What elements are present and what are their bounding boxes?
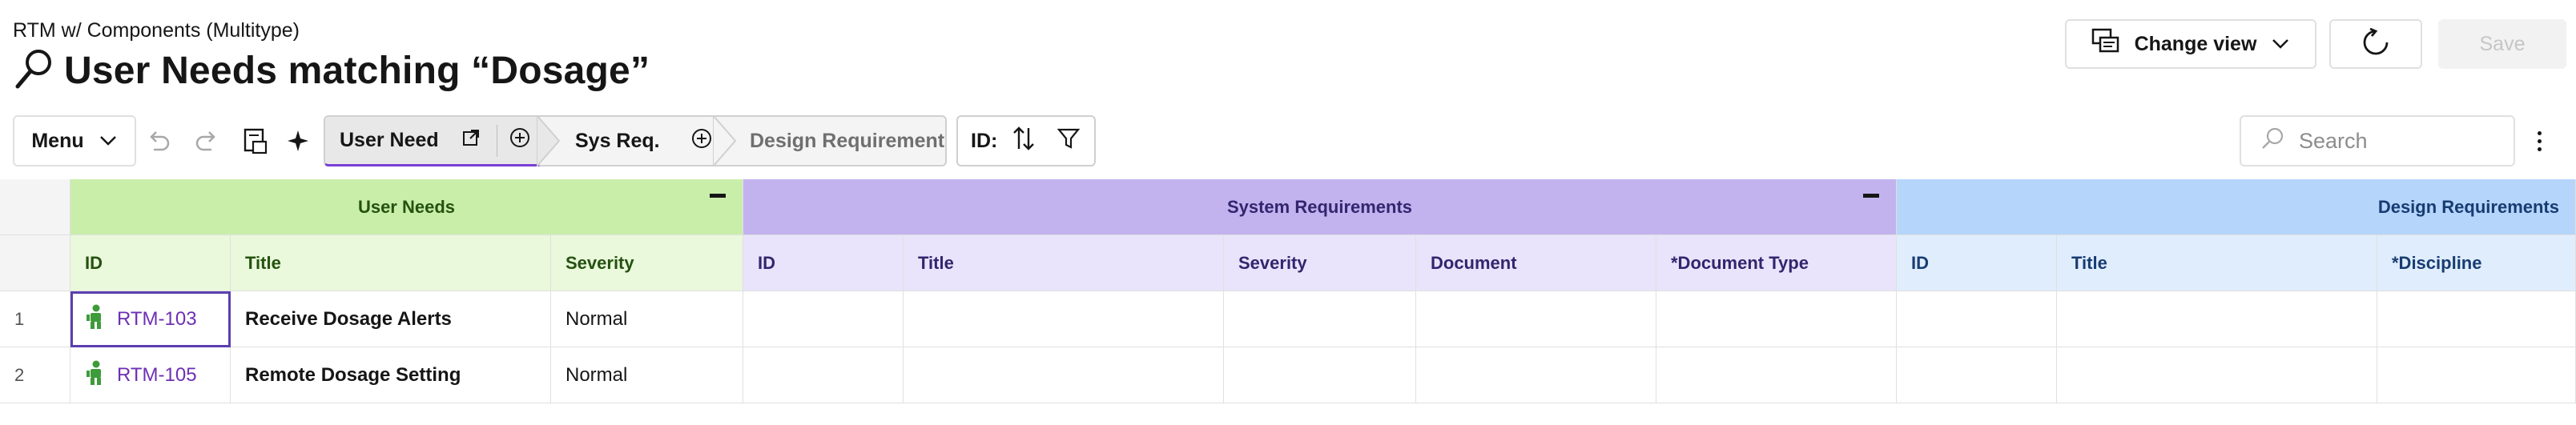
col-header-un-severity[interactable]: Severity	[551, 235, 743, 291]
group-header-row: User Needs System Requirements Design Re…	[0, 179, 2576, 235]
col-header-sr-document[interactable]: Document	[1416, 235, 1656, 291]
col-header-dr-discipline[interactable]: *Discipline	[2377, 235, 2576, 291]
title-row: User Needs matching “Dosage”	[13, 46, 650, 95]
cell-dr-id[interactable]	[1897, 291, 2057, 347]
cell-dr-title[interactable]	[2057, 291, 2377, 347]
sort-filter-group: ID:	[956, 115, 1096, 166]
search-input[interactable]	[2299, 128, 2491, 154]
filter-icon[interactable]	[1057, 126, 1081, 156]
level-tab-sys-req[interactable]: Sys Req.	[540, 115, 716, 166]
level-label: Sys Req.	[575, 129, 660, 152]
level-tab-design-requirement[interactable]: Design Requirement	[716, 115, 947, 166]
cell-sr-id[interactable]	[743, 291, 904, 347]
col-header-sr-id[interactable]: ID	[743, 235, 904, 291]
page-title: User Needs matching “Dosage”	[64, 50, 650, 92]
undo-icon[interactable]	[143, 125, 175, 157]
level-breadcrumb: User Need Sys Req. Design Requirement	[324, 115, 947, 166]
corner-cell	[0, 179, 70, 235]
cell-un-title[interactable]: Remote Dosage Setting	[231, 347, 551, 403]
cell-sr-title[interactable]	[904, 291, 1224, 347]
table-row: 1 RTM-103 Receive Dosage Alerts Normal	[0, 291, 2576, 347]
row-number: 2	[0, 347, 70, 403]
group-design-requirements: Design Requirements	[1897, 179, 2576, 235]
level-tab-user-need[interactable]: User Need	[324, 115, 540, 166]
sort-label: ID:	[971, 129, 998, 152]
cell-un-title[interactable]: Receive Dosage Alerts	[231, 291, 551, 347]
redo-icon[interactable]	[191, 125, 223, 157]
cell-un-id[interactable]: RTM-105	[70, 347, 231, 403]
col-header-dr-id[interactable]: ID	[1897, 235, 2057, 291]
sparkle-icon[interactable]	[282, 125, 314, 157]
cell-dr-discipline[interactable]	[2377, 347, 2576, 403]
group-system-requirements: System Requirements	[743, 179, 1897, 235]
row-number: 1	[0, 291, 70, 347]
cell-sr-severity[interactable]	[1224, 291, 1416, 347]
item-id-link[interactable]: RTM-105	[117, 364, 197, 387]
cell-dr-id[interactable]	[1897, 347, 2057, 403]
corner-cell	[0, 235, 70, 291]
search-icon	[2260, 126, 2284, 156]
chevron-down-icon	[99, 130, 118, 153]
search-icon	[13, 46, 54, 95]
cell-sr-document-type[interactable]	[1656, 291, 1897, 347]
save-button[interactable]: Save	[2438, 19, 2566, 69]
level-label: Design Requirement	[750, 129, 945, 152]
open-external-icon[interactable]	[461, 128, 481, 153]
menu-button[interactable]: Menu	[13, 115, 136, 166]
collapse-icon[interactable]	[710, 194, 726, 198]
search-box[interactable]	[2240, 115, 2515, 166]
col-header-un-title[interactable]: Title	[231, 235, 551, 291]
cell-sr-document[interactable]	[1416, 291, 1656, 347]
kebab-icon[interactable]	[2531, 125, 2547, 157]
level-arrow	[713, 115, 737, 166]
refresh-icon	[2361, 27, 2391, 62]
cell-sr-id[interactable]	[743, 347, 904, 403]
group-user-needs: User Needs	[70, 179, 743, 235]
cell-dr-title[interactable]	[2057, 347, 2377, 403]
add-circle-icon[interactable]	[690, 127, 713, 155]
column-header-row: ID Title Severity ID Title Severity Docu…	[0, 235, 2576, 291]
cell-sr-severity[interactable]	[1224, 347, 1416, 403]
col-header-sr-document-type[interactable]: *Document Type	[1656, 235, 1897, 291]
cell-un-severity[interactable]: Normal	[551, 291, 743, 347]
col-header-sr-title[interactable]: Title	[904, 235, 1224, 291]
group-label: Design Requirements	[2377, 196, 2559, 217]
level-label: User Need	[340, 129, 439, 151]
level-arrow	[537, 115, 561, 166]
cell-sr-title[interactable]	[904, 347, 1224, 403]
sort-icon[interactable]	[1012, 126, 1036, 157]
cell-sr-document-type[interactable]	[1656, 347, 1897, 403]
table-row: 2 RTM-105 Remote Dosage Setting Normal	[0, 347, 2576, 403]
col-header-dr-title[interactable]: Title	[2057, 235, 2377, 291]
col-header-sr-severity[interactable]: Severity	[1224, 235, 1416, 291]
cell-un-severity[interactable]: Normal	[551, 347, 743, 403]
cell-un-id[interactable]: RTM-103	[70, 291, 231, 347]
collapse-icon[interactable]	[1863, 194, 1879, 198]
cell-sr-document[interactable]	[1416, 347, 1656, 403]
change-view-icon	[2091, 28, 2120, 61]
group-label: System Requirements	[1226, 196, 1413, 217]
chevron-down-icon	[2271, 33, 2290, 56]
group-label: User Needs	[357, 196, 456, 217]
change-view-button[interactable]: Change view	[2065, 19, 2316, 69]
user-need-icon	[85, 304, 104, 335]
breadcrumb: RTM w/ Components (Multitype)	[13, 19, 300, 42]
cell-dr-discipline[interactable]	[2377, 291, 2576, 347]
menu-label: Menu	[31, 129, 84, 152]
save-local-icon[interactable]	[239, 125, 271, 157]
user-need-icon	[85, 360, 104, 391]
add-circle-icon[interactable]	[509, 126, 531, 154]
refresh-button[interactable]	[2329, 19, 2422, 69]
change-view-label: Change view	[2134, 32, 2257, 55]
col-header-un-id[interactable]: ID	[70, 235, 231, 291]
item-id-link[interactable]: RTM-103	[117, 308, 197, 331]
